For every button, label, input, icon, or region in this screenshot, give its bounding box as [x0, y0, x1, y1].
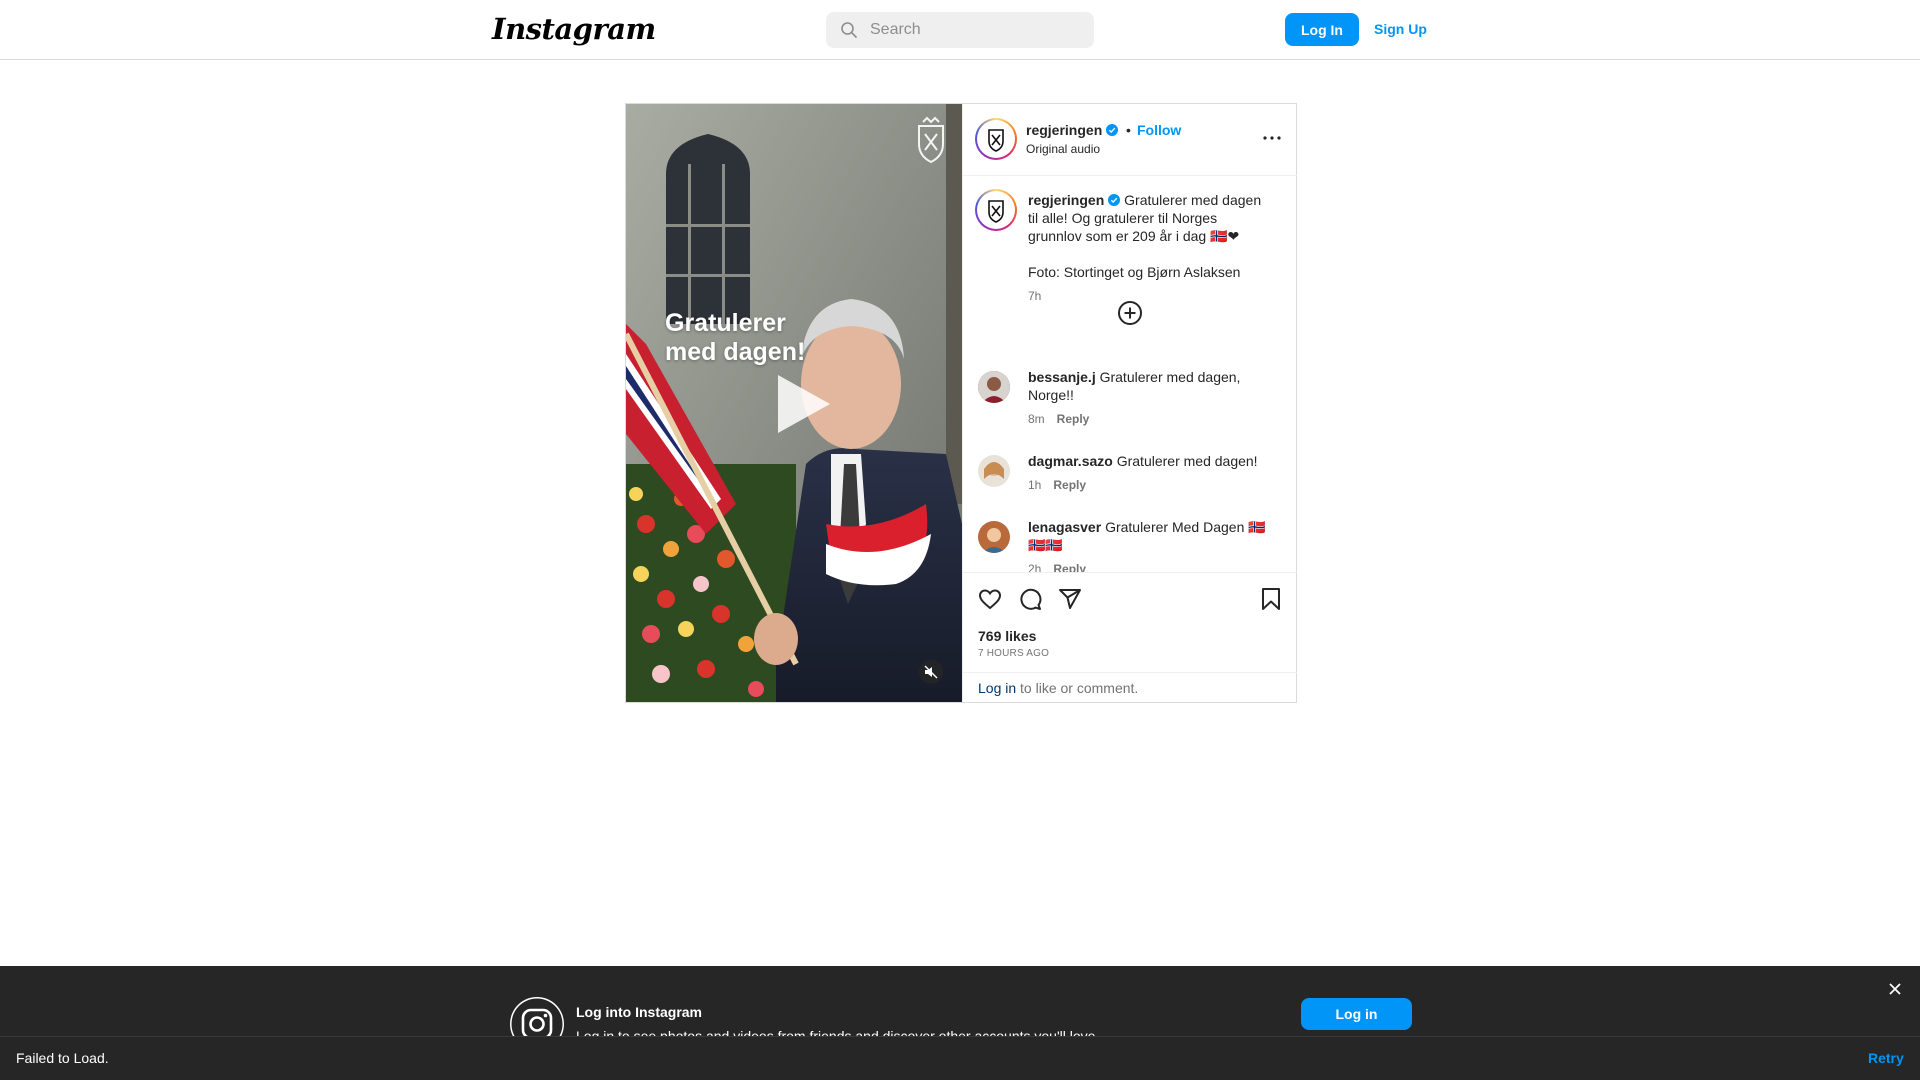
reply-button[interactable]: Reply [1053, 478, 1086, 492]
follow-button[interactable]: Follow [1137, 122, 1181, 138]
comment-text: Gratulerer med dagen! [1116, 453, 1258, 469]
search-box[interactable] [826, 12, 1094, 48]
comment-icon[interactable] [1018, 587, 1042, 611]
share-send-icon[interactable] [1058, 587, 1082, 611]
header-login-button[interactable]: Log In [1285, 13, 1359, 46]
caption-photo-credit: Foto: Stortinget og Bjørn Aslaksen [1028, 264, 1241, 280]
profile-photo [978, 455, 1010, 487]
comment-username[interactable]: lenagasver [1028, 519, 1101, 535]
search-input[interactable] [870, 12, 1080, 48]
comment-time: 1h [1028, 478, 1042, 492]
profile-photo [978, 371, 1010, 403]
reply-button[interactable]: Reply [1053, 562, 1086, 572]
instagram-logo[interactable]: Instagram [492, 12, 656, 46]
likes-count[interactable]: 769 likes [978, 628, 1036, 644]
reply-button[interactable]: Reply [1057, 412, 1090, 426]
comments-section[interactable]: regjeringen Gratulerer med dagen til all… [963, 176, 1297, 572]
search-icon [841, 22, 857, 38]
separator-dot: • [1126, 122, 1131, 138]
author-avatar[interactable] [975, 118, 1017, 160]
post-sidebar: regjeringen • Follow Original audio regj… [962, 104, 1297, 702]
profile-photo [978, 521, 1010, 553]
post-header: regjeringen • Follow Original audio [963, 104, 1297, 176]
verified-badge-icon [1106, 124, 1119, 136]
load-more-comments-icon[interactable] [1117, 300, 1143, 326]
banner-login-button[interactable]: Log in [1301, 998, 1412, 1030]
header-signup-link[interactable]: Sign Up [1374, 21, 1427, 37]
regjeringen-crest-icon [988, 129, 1004, 152]
post-video[interactable]: Gratulerer med dagen! [626, 104, 962, 702]
overlay-line-1: Gratulerer [665, 309, 786, 337]
play-icon[interactable] [766, 369, 836, 439]
overlay-line-2: med dagen! [665, 338, 806, 366]
regjeringen-crest-icon [988, 200, 1004, 223]
mute-toggle-button[interactable] [919, 660, 943, 684]
original-audio-link[interactable]: Original audio [1026, 142, 1100, 156]
close-icon[interactable] [1888, 982, 1902, 996]
login-prompt-text: to like or comment. [1016, 680, 1139, 696]
post-actions: 769 likes 7 HOURS AGO Log in to like or … [963, 572, 1297, 702]
caption-author-avatar[interactable] [975, 189, 1017, 231]
error-toast: Failed to Load. Retry [0, 1036, 1920, 1080]
caption-time: 7h [1028, 289, 1042, 303]
caption-username[interactable]: regjeringen [1028, 192, 1104, 208]
like-heart-icon[interactable] [978, 587, 1002, 611]
video-overlay-text: Gratulerer med dagen! [665, 309, 805, 367]
banner-title: Log into Instagram [576, 1004, 702, 1020]
commenter-avatar[interactable] [978, 455, 1010, 487]
comment-item: bessanje.j Gratulerer med dagen, Norge!!… [1028, 368, 1278, 428]
post-caption: regjeringen Gratulerer med dagen til all… [1028, 191, 1268, 305]
comment-username[interactable]: bessanje.j [1028, 369, 1096, 385]
save-bookmark-icon[interactable] [1259, 587, 1283, 611]
comment-username[interactable]: dagmar.sazo [1028, 453, 1113, 469]
toast-message: Failed to Load. [16, 1050, 109, 1066]
login-banner: Log into Instagram Log in to see photos … [0, 966, 1920, 1051]
comment-item: dagmar.sazo Gratulerer med dagen! 1h Repl… [1028, 452, 1278, 494]
post-timestamp: 7 HOURS AGO [978, 648, 1050, 659]
royal-crest-icon [918, 116, 944, 164]
login-to-comment-prompt: Log in to like or comment. [963, 672, 1297, 703]
speaker-muted-icon [924, 665, 938, 679]
comment-item: lenagasver Gratulerer Med Dagen 🇳🇴🇳🇴🇳🇴 2… [1028, 518, 1278, 572]
retry-button[interactable]: Retry [1868, 1050, 1904, 1066]
login-link[interactable]: Log in [978, 680, 1016, 696]
post-card: Gratulerer med dagen! regjeringen • Foll… [625, 103, 1297, 703]
verified-badge-icon [1108, 194, 1121, 206]
more-options-icon[interactable] [1260, 126, 1284, 150]
top-navigation-bar: Instagram Log In Sign Up [0, 0, 1920, 60]
comment-time: 8m [1028, 412, 1045, 426]
commenter-avatar[interactable] [978, 371, 1010, 403]
author-username[interactable]: regjeringen [1026, 122, 1119, 138]
commenter-avatar[interactable] [978, 521, 1010, 553]
comment-time: 2h [1028, 562, 1042, 572]
